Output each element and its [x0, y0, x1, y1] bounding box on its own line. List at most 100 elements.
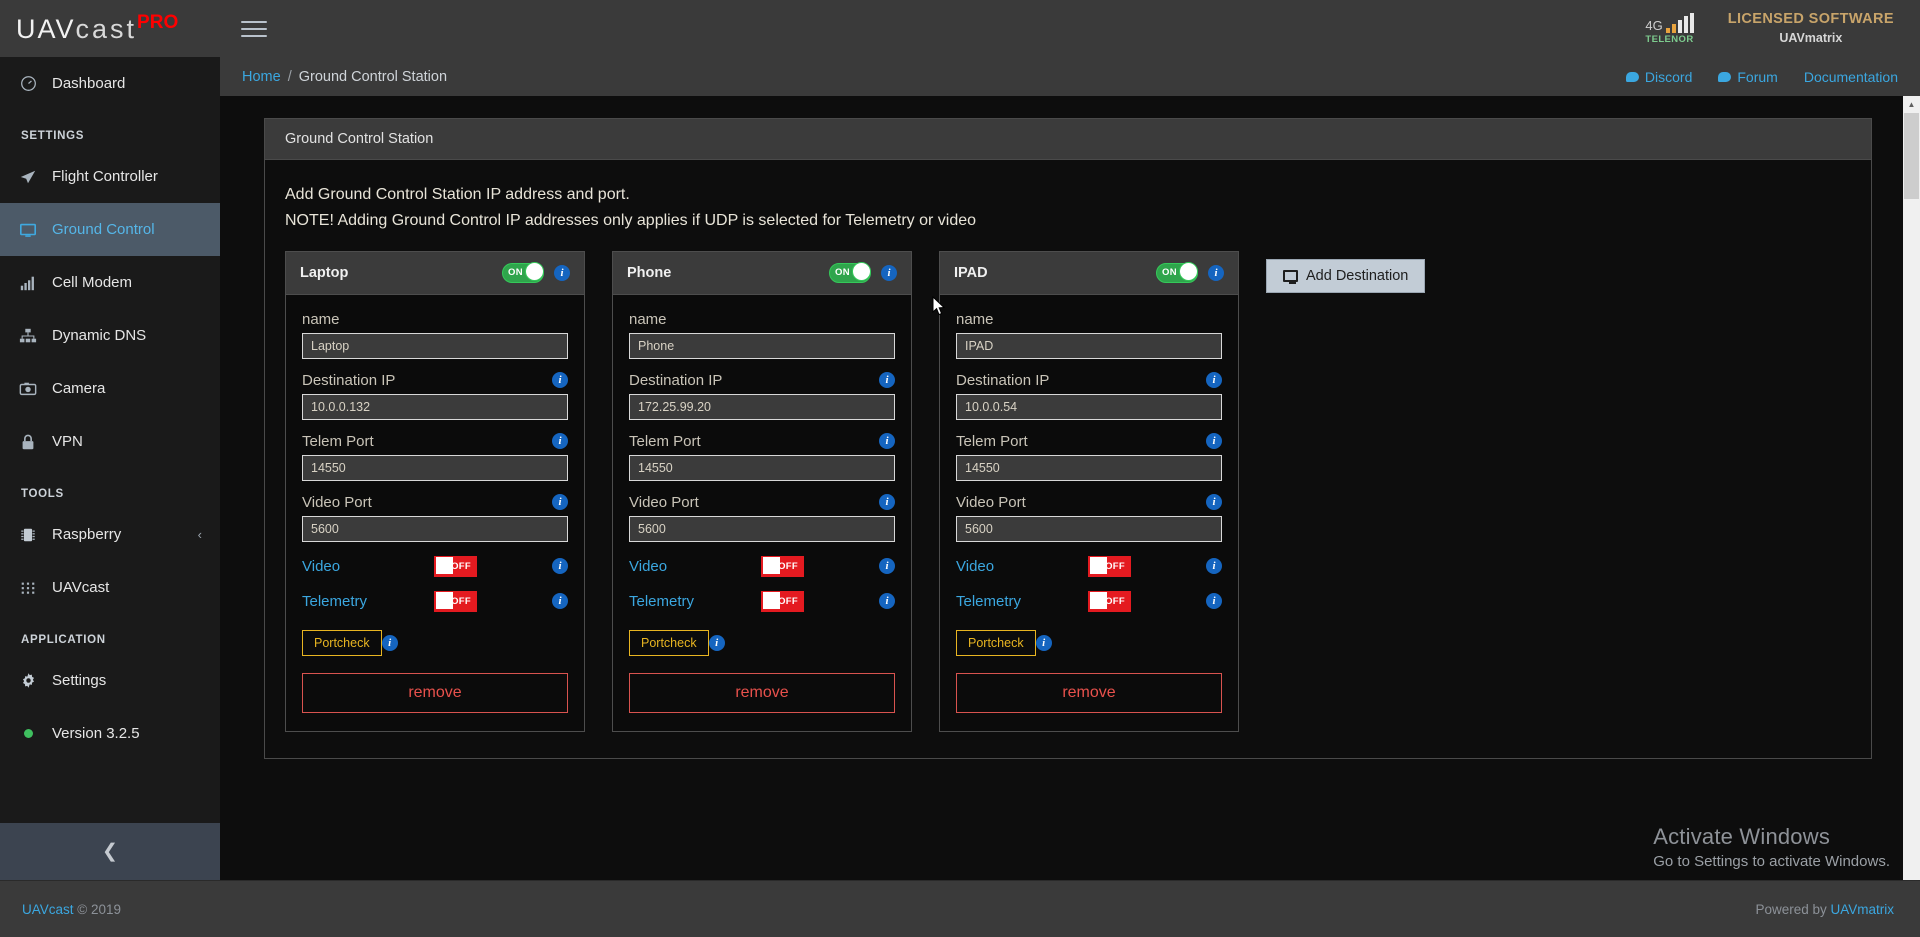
scroll-up-arrow[interactable]: ▲ [1903, 96, 1920, 113]
info-icon[interactable]: i [1206, 494, 1222, 511]
video-toggle[interactable]: OFF [1088, 555, 1131, 577]
vertical-scrollbar[interactable]: ▲ [1903, 96, 1920, 880]
telem-port-input[interactable] [302, 454, 568, 481]
telem-port-input[interactable] [956, 454, 1222, 481]
panel-title: Ground Control Station [265, 119, 1871, 160]
remove-button[interactable]: remove [956, 672, 1222, 713]
label-text: Telem Port [956, 432, 1028, 450]
scrollbar-thumb[interactable] [1904, 113, 1919, 199]
video-toggle-row: Video OFF i [956, 555, 1222, 577]
info-icon[interactable]: i [879, 433, 895, 450]
info-icon[interactable]: i [552, 433, 568, 450]
card-enable-toggle[interactable]: ON [1156, 262, 1198, 283]
info-icon[interactable]: i [881, 264, 897, 281]
field-label: Video Port i [629, 494, 895, 511]
sidebar-collapse-button[interactable]: ❮ [0, 823, 220, 880]
info-icon[interactable]: i [1208, 264, 1224, 281]
video-port-input[interactable] [302, 515, 568, 542]
card-body: name Destination IP i Telem Port i [613, 295, 911, 731]
telem-port-input[interactable] [629, 454, 895, 481]
toggle-knob [1089, 557, 1107, 575]
toggle-label: ON [508, 266, 523, 278]
destination-ip-input[interactable] [956, 393, 1222, 420]
sidebar-item-raspberry[interactable]: Raspberry ‹ [0, 508, 220, 561]
add-destination-button[interactable]: Add Destination [1266, 258, 1426, 293]
sidebar-item-ground-control[interactable]: Ground Control [0, 203, 220, 256]
sidebar-item-dashboard[interactable]: Dashboard [0, 57, 220, 110]
portcheck-button[interactable]: Portcheck [956, 629, 1036, 656]
sidebar-item-flight-controller[interactable]: Flight Controller [0, 150, 220, 203]
label-text: Telem Port [302, 432, 374, 450]
sidebar-item-camera[interactable]: Camera [0, 362, 220, 415]
sidebar-item-uavcast[interactable]: UAVcast [0, 561, 220, 614]
sidebar-item-cell-modem[interactable]: Cell Modem [0, 256, 220, 309]
card-enable-toggle[interactable]: ON [829, 262, 871, 283]
telemetry-toggle[interactable]: OFF [434, 590, 477, 612]
telemetry-toggle[interactable]: OFF [761, 590, 804, 612]
sidebar-item-version[interactable]: Version 3.2.5 [0, 707, 220, 760]
footer-left: UAVcast © 2019 [22, 902, 121, 917]
telemetry-toggle[interactable]: OFF [1088, 590, 1131, 612]
info-icon[interactable]: i [879, 372, 895, 389]
card-enable-toggle[interactable]: ON [502, 262, 544, 283]
video-port-input[interactable] [956, 515, 1222, 542]
sidebar-item-label: Raspberry [52, 526, 122, 543]
app-logo[interactable]: UAVcastPRO [16, 12, 178, 45]
video-port-input[interactable] [629, 515, 895, 542]
status-dot-icon [18, 729, 38, 738]
footer-uavmatrix-link[interactable]: UAVmatrix [1830, 902, 1894, 917]
name-input[interactable] [956, 332, 1222, 359]
info-icon[interactable]: i [552, 372, 568, 389]
forum-link[interactable]: Forum [1718, 69, 1778, 85]
info-icon[interactable]: i [554, 264, 570, 281]
sidebar-item-settings[interactable]: Settings [0, 654, 220, 707]
footer-uavcast-link[interactable]: UAVcast [22, 902, 74, 917]
info-icon[interactable]: i [879, 593, 895, 610]
watermark-title: Activate Windows [1653, 824, 1831, 849]
portcheck-button[interactable]: Portcheck [629, 629, 709, 656]
logo-pro: PRO [137, 12, 179, 33]
info-icon[interactable]: i [1206, 372, 1222, 389]
destination-ip-input[interactable] [629, 393, 895, 420]
field-label: Video Port i [956, 494, 1222, 511]
hamburger-bar [241, 34, 267, 37]
destination-ip-input[interactable] [302, 393, 568, 420]
remove-button[interactable]: remove [629, 672, 895, 713]
info-icon[interactable]: i [552, 558, 568, 575]
hamburger-bar [241, 20, 267, 23]
info-icon[interactable]: i [1206, 558, 1222, 575]
video-toggle[interactable]: OFF [761, 555, 804, 577]
name-input[interactable] [629, 332, 895, 359]
info-icon[interactable]: i [381, 634, 398, 651]
toggle-label: OFF [1105, 560, 1125, 572]
remove-button[interactable]: remove [302, 672, 568, 713]
info-icon[interactable]: i [1206, 593, 1222, 610]
card-title: IPAD [954, 264, 988, 281]
telemetry-toggle-row: Telemetry OFF i [302, 590, 568, 612]
sidebar-item-dynamic-dns[interactable]: Dynamic DNS [0, 309, 220, 362]
video-port-field: Video Port i [302, 494, 568, 542]
info-icon[interactable]: i [552, 494, 568, 511]
video-port-field: Video Port i [956, 494, 1222, 542]
documentation-link[interactable]: Documentation [1804, 69, 1898, 85]
video-toggle[interactable]: OFF [434, 555, 477, 577]
info-icon[interactable]: i [708, 634, 725, 651]
portcheck-button[interactable]: Portcheck [302, 629, 382, 656]
sidebar-item-label: UAVcast [52, 579, 110, 596]
hamburger-icon[interactable] [241, 16, 267, 42]
info-icon[interactable]: i [879, 558, 895, 575]
chat-bubble-icon [1718, 71, 1732, 82]
toggle-label: OFF [451, 595, 471, 607]
name-input[interactable] [302, 332, 568, 359]
label-text: Video Port [302, 493, 372, 511]
info-icon[interactable]: i [1206, 433, 1222, 450]
discord-link[interactable]: Discord [1625, 69, 1692, 85]
breadcrumb-home[interactable]: Home [242, 69, 281, 85]
signal-bar [1677, 19, 1682, 33]
sidebar-item-vpn[interactable]: VPN [0, 415, 220, 468]
info-icon[interactable]: i [1035, 634, 1052, 651]
info-icon[interactable]: i [552, 593, 568, 610]
info-icon[interactable]: i [879, 494, 895, 511]
label-text: Video Port [956, 493, 1026, 511]
field-label: Destination IP i [302, 372, 568, 389]
